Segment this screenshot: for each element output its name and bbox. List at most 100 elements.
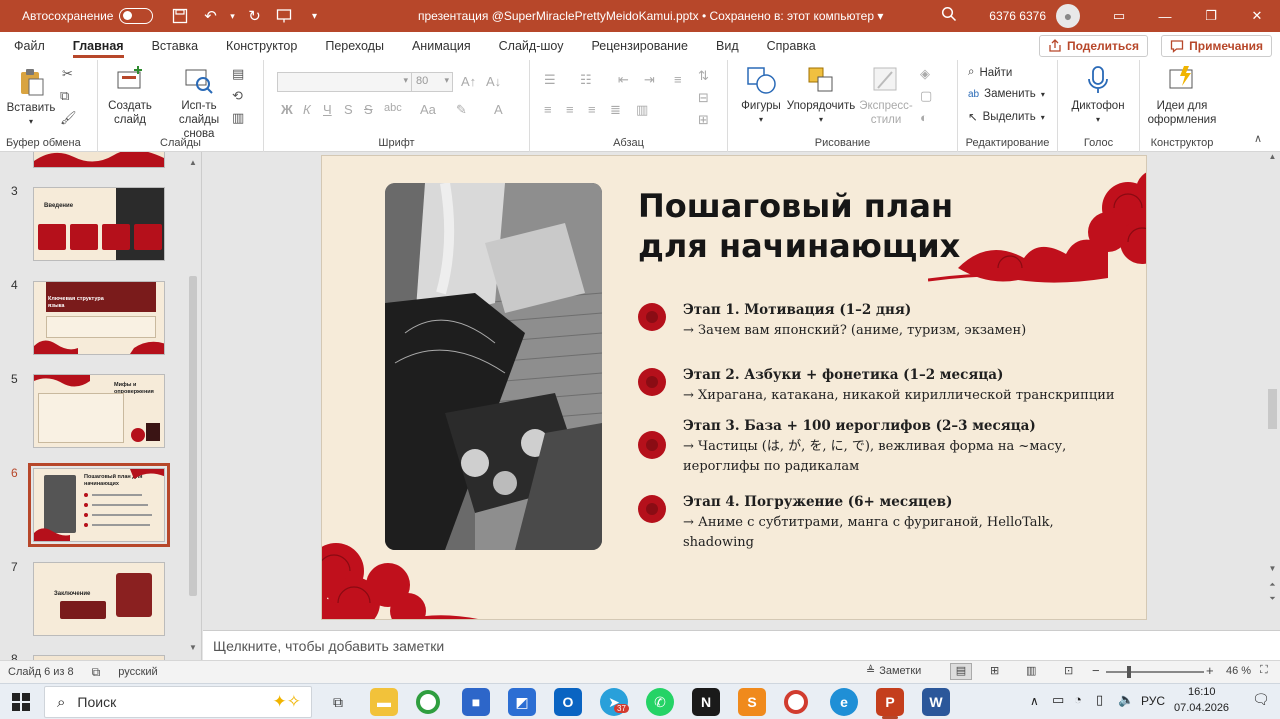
next-slide-icon[interactable]: ⏷ (1265, 594, 1280, 604)
shapes-button[interactable]: Фигуры ▾ (740, 64, 782, 127)
shadow-icon[interactable]: S (344, 102, 353, 117)
font-color-icon[interactable]: A (494, 102, 503, 117)
slideshow-view-icon[interactable]: ⊡ (1064, 664, 1073, 677)
shape-outline-icon[interactable]: ▢ (920, 88, 932, 104)
zoom-in-icon[interactable]: + (1206, 663, 1214, 678)
justify-icon[interactable]: ≣ (610, 102, 621, 118)
minimize-icon[interactable]: — (1142, 0, 1188, 32)
avatar[interactable]: ● (1056, 4, 1080, 28)
underline-icon[interactable]: Ч (323, 102, 332, 117)
powerpoint-icon[interactable]: P (876, 688, 904, 716)
increase-indent-icon[interactable]: ⇥ (644, 72, 655, 88)
design-ideas-button[interactable]: Идеи для оформления (1144, 64, 1220, 127)
battery-icon[interactable]: ▯ (1096, 692, 1103, 708)
select-button[interactable]: ↖ Выделить ▾ (968, 110, 1045, 124)
tab-slideshow[interactable]: Слайд-шоу (485, 32, 578, 60)
clock-date[interactable]: 07.04.2026 (1174, 702, 1229, 714)
wifi-icon[interactable]: ◔ (1074, 692, 1082, 707)
file-explorer-icon[interactable]: ▬ (370, 688, 398, 716)
new-slide-button[interactable]: Создать слайд (106, 64, 154, 127)
slide-scrollbar[interactable]: ▲ ▼ ⏶ ⏷ (1265, 152, 1280, 607)
search-icon[interactable] (929, 6, 969, 27)
windows-start-icon[interactable] (12, 693, 30, 714)
maximize-icon[interactable]: ❐ (1188, 0, 1234, 32)
tab-file[interactable]: Файл (0, 32, 59, 60)
slide-title[interactable]: Пошаговый план для начинающих (638, 186, 968, 266)
zoom-slider-thumb[interactable] (1127, 666, 1131, 678)
notes-pane[interactable]: Щелкните, чтобы добавить заметки (203, 630, 1280, 660)
tab-home[interactable]: Главная (59, 32, 138, 60)
highlight-icon[interactable]: ✎ (456, 102, 467, 118)
outlook-icon[interactable]: O (554, 688, 582, 716)
slide-thumbnail-5[interactable]: Мифы и опровержения (33, 374, 165, 448)
autosave-toggle[interactable] (119, 8, 154, 24)
volume-icon[interactable]: 🔈 (1118, 692, 1134, 708)
whatsapp-icon[interactable]: ✆ (646, 688, 674, 716)
slide-sorter-icon[interactable]: ⊞ (990, 664, 999, 677)
word-icon[interactable]: W (922, 688, 950, 716)
start-slideshow-icon[interactable] (271, 3, 297, 29)
show-hidden-icons[interactable]: ∧ (1030, 694, 1039, 708)
find-button[interactable]: ⌕ Найти (968, 66, 1012, 79)
document-title[interactable]: презентация @SuperMiraclePrettyMeidoKamu… (418, 9, 883, 23)
align-left-icon[interactable]: ≡ (544, 102, 552, 117)
kimono-fabric-photo[interactable] (385, 183, 602, 550)
slide-thumbnail-2[interactable] (33, 152, 165, 168)
scroll-up-icon[interactable]: ▲ (188, 158, 198, 167)
zoom-out-icon[interactable]: − (1092, 663, 1100, 678)
language-indicator[interactable]: русский (118, 666, 157, 678)
tab-design[interactable]: Конструктор (212, 32, 311, 60)
bullets-icon[interactable]: ☰ (544, 72, 556, 88)
customize-toolbar-icon[interactable]: ▾ (301, 3, 327, 29)
columns-icon[interactable]: ▥ (636, 102, 648, 118)
previous-slide-icon[interactable]: ⏶ (1265, 580, 1280, 590)
slide-canvas[interactable]: Пошаговый план для начинающих Этап 1. Мо… (321, 155, 1147, 620)
replace-button[interactable]: ab Заменить ▾ (968, 88, 1045, 100)
normal-view-icon[interactable]: ▤ (950, 663, 972, 680)
slide-thumbnail-7[interactable]: Заключение (33, 562, 165, 636)
chrome-profile-icon[interactable] (784, 690, 808, 714)
fit-to-window-icon[interactable]: ⛶ (1260, 664, 1268, 677)
chrome-icon[interactable] (416, 690, 440, 714)
char-spacing-icon[interactable]: abc (384, 102, 402, 114)
numbering-icon[interactable]: ☷ (580, 72, 592, 88)
tab-view[interactable]: Вид (702, 32, 753, 60)
zoom-level[interactable]: 46 % (1226, 665, 1251, 677)
collapse-ribbon-icon[interactable]: ∧ (1254, 132, 1262, 145)
save-icon[interactable] (167, 3, 193, 29)
comments-button[interactable]: Примечания (1161, 35, 1272, 57)
align-right-icon[interactable]: ≡ (588, 102, 596, 117)
shape-fill-icon[interactable]: ◈ (920, 66, 930, 82)
tab-animations[interactable]: Анимация (398, 32, 485, 60)
accessibility-icon[interactable]: ⧉ (92, 665, 101, 680)
share-button[interactable]: Поделиться (1038, 35, 1148, 57)
scroll-down-icon[interactable]: ▼ (188, 643, 198, 652)
font-name-box[interactable]: ▾ (277, 72, 413, 92)
photos-icon[interactable]: ◩ (508, 688, 536, 716)
change-case-icon[interactable]: Aa (420, 102, 436, 117)
reset-icon[interactable]: ⟲ (232, 88, 243, 104)
copy-icon[interactable]: ⧉ (60, 88, 69, 104)
format-painter-icon[interactable]: 🖌 (60, 110, 77, 126)
scroll-up-icon[interactable]: ▲ (1265, 152, 1280, 161)
reading-view-icon[interactable]: ▥ (1026, 664, 1036, 677)
redo-icon[interactable]: ↻ (241, 3, 267, 29)
text-direction-icon[interactable]: ⇅ (698, 68, 709, 84)
tab-transitions[interactable]: Переходы (311, 32, 398, 60)
edge-icon[interactable]: e (830, 688, 858, 716)
undo-dropdown-icon[interactable]: ▾ (227, 3, 237, 29)
shape-effects-icon[interactable]: ◐ (920, 110, 928, 125)
undo-icon[interactable]: ↶ (197, 3, 223, 29)
ribbon-display-options-icon[interactable]: ▭ (1096, 0, 1142, 32)
slide-thumbnail-6[interactable]: Пошаговый план для начинающих (28, 463, 170, 547)
slide-thumbnail-4[interactable]: Ключевая структура языка (33, 281, 165, 355)
dictate-button[interactable]: Диктофон ▾ (1068, 64, 1128, 127)
italic-icon[interactable]: К (303, 102, 311, 117)
reuse-slides-button[interactable]: Исп-ть слайды снова (164, 64, 234, 141)
align-text-icon[interactable]: ⊟ (698, 90, 709, 106)
paste-button[interactable]: Вставить ▾ (6, 66, 56, 129)
arrange-button[interactable]: Упорядочить ▾ (786, 64, 856, 127)
notifications-icon[interactable]: 🗨 (1252, 691, 1270, 708)
thumbnails-scrollbar[interactable]: ▲ ▼ (188, 158, 198, 652)
section-icon[interactable]: ▥ (232, 110, 244, 126)
